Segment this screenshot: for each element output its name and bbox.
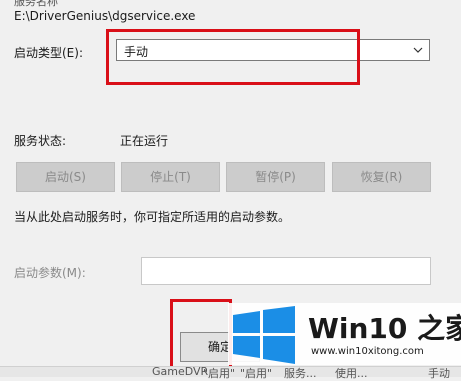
highlight-box-startup-type [106, 29, 360, 85]
bg-text-3: "启用" [240, 367, 273, 380]
pause-button[interactable]: 暂停(P) [226, 162, 325, 192]
service-status-label: 服务状态: [14, 134, 67, 148]
service-status-value: 正在运行 [120, 134, 169, 148]
watermark-url: www.win10xitong.com [311, 346, 424, 357]
bg-text-1: GameDVR [152, 365, 209, 378]
windows-logo-icon [233, 306, 295, 364]
bg-text-6: 手动 [428, 367, 450, 380]
start-params-input[interactable] [141, 257, 431, 285]
bg-text-4: 服务... [284, 367, 317, 380]
start-params-label: 启动参数(M): [14, 266, 86, 280]
bg-text-2: "启用" [203, 367, 236, 380]
start-button[interactable]: 启动(S) [16, 162, 115, 192]
chevron-down-icon [413, 47, 423, 53]
service-name-label-partial: 服务名称 [14, 0, 58, 8]
executable-path: E:\DriverGenius\dgservice.exe [14, 9, 196, 23]
start-params-hint: 当从此处启动服务时，你可指定所适用的启动参数。 [14, 210, 291, 224]
resume-button[interactable]: 恢复(R) [332, 162, 431, 192]
startup-type-label: 启动类型(E): [14, 46, 83, 60]
watermark-brand: Win10 之家 [308, 312, 461, 345]
stop-button[interactable]: 停止(T) [121, 162, 220, 192]
bg-text-5: 使用... [335, 367, 368, 380]
